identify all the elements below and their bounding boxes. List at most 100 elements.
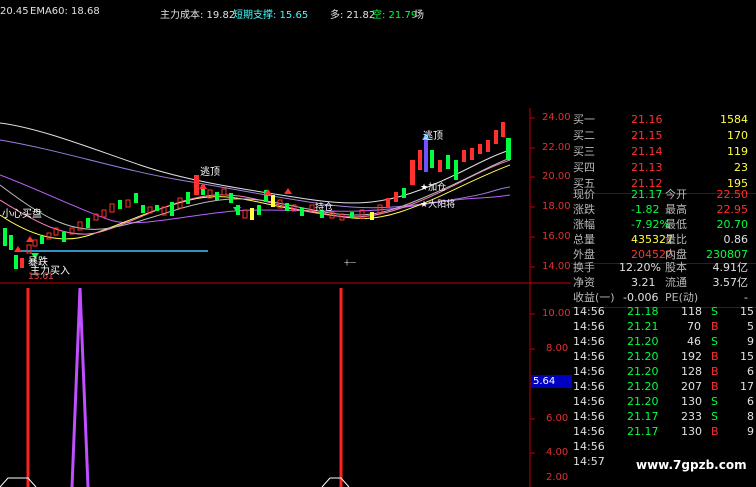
tick-side: B bbox=[711, 350, 719, 363]
tick-price: 21.20 bbox=[627, 380, 659, 393]
quote-value: 22.50 bbox=[716, 188, 749, 201]
quote-row: 总量 435327 量比 0.86 bbox=[571, 232, 756, 248]
tick-row: 14:56 21.20 207 B 17 bbox=[571, 379, 756, 395]
annotation-right-n1: ★加仓 bbox=[420, 183, 447, 193]
price-axis-label: 16.00 bbox=[542, 231, 571, 242]
tick-time: 14:56 bbox=[573, 365, 605, 378]
tick-vol: 118 bbox=[681, 305, 702, 318]
tick-count: 8 bbox=[747, 410, 754, 423]
tick-side: S bbox=[711, 395, 718, 408]
quote-label: 量比 bbox=[665, 233, 687, 246]
quote-label: 今开 bbox=[665, 188, 687, 201]
tick-row: 14:56 21.20 192 B 15 bbox=[571, 349, 756, 365]
tick-vol: 130 bbox=[681, 425, 702, 438]
tick-count: 17 bbox=[740, 380, 754, 393]
tick-time: 14:56 bbox=[573, 410, 605, 423]
tick-side: B bbox=[711, 365, 719, 378]
header-tail: 场 bbox=[414, 10, 424, 21]
tick-vol: 46 bbox=[687, 335, 701, 348]
quote-label: 总量 bbox=[573, 233, 595, 246]
ind-axis-label: 8.00 bbox=[546, 343, 569, 354]
bid-label: 买三 bbox=[573, 145, 595, 158]
quote-label: 涨跌 bbox=[573, 203, 595, 216]
tick-row: 14:56 21.20 46 S 9 bbox=[571, 334, 756, 350]
header-support: 短期支撑: 15.65 bbox=[233, 10, 309, 21]
quote-value: 22.95 bbox=[716, 203, 749, 216]
tick-vol: 192 bbox=[681, 350, 702, 363]
quote-value: -1.82 bbox=[631, 203, 660, 216]
bid-label: 买四 bbox=[573, 161, 595, 174]
tick-vol: 70 bbox=[687, 320, 701, 333]
tick-price: 21.20 bbox=[627, 395, 659, 408]
bid-vol: 119 bbox=[727, 145, 748, 158]
tick-count: 6 bbox=[747, 395, 754, 408]
bid-row[interactable]: 买一 21.16 1584 bbox=[571, 112, 756, 128]
stat-value: 4.91亿 bbox=[712, 261, 749, 274]
stat-label: 股本 bbox=[665, 261, 687, 274]
annotation-right-n2: ★大阳将 bbox=[420, 200, 456, 210]
tick-count: 15 bbox=[740, 350, 754, 363]
tick-row: 14:56 bbox=[571, 439, 756, 455]
tick-vol: 233 bbox=[681, 410, 702, 423]
tick-vol: 128 bbox=[681, 365, 702, 378]
stat-label: 净资 bbox=[573, 276, 595, 289]
price-axis-label: 20.00 bbox=[542, 171, 571, 182]
quote-value: 20.70 bbox=[716, 218, 749, 231]
tick-row: 14:56 21.17 233 S 8 bbox=[571, 409, 756, 425]
quote-label: 最高 bbox=[665, 203, 687, 216]
price-axis-label: 18.00 bbox=[542, 201, 571, 212]
bid-vol: 170 bbox=[727, 129, 748, 142]
quote-row: 现价 21.17 今开 22.50 bbox=[571, 187, 756, 203]
stat-value: 3.21 bbox=[631, 276, 656, 289]
tick-count: 15 bbox=[740, 305, 754, 318]
bid-vol: 1584 bbox=[720, 113, 748, 126]
quote-label: 涨幅 bbox=[573, 218, 595, 231]
tick-side: B bbox=[711, 380, 719, 393]
bid-price: 21.13 bbox=[631, 161, 663, 174]
quote-row: 涨跌 -1.82 最高 22.95 bbox=[571, 202, 756, 218]
tick-side: B bbox=[711, 320, 719, 333]
price-axis-label: 22.00 bbox=[542, 142, 571, 153]
bid-row[interactable]: 买二 21.15 170 bbox=[571, 128, 756, 144]
bid-row[interactable]: 买三 21.14 119 bbox=[571, 144, 756, 160]
bid-row[interactable]: 买四 21.13 23 bbox=[571, 160, 756, 176]
tick-side: S bbox=[711, 335, 718, 348]
tick-time: 14:56 bbox=[573, 320, 605, 333]
ind-axis-label: 4.00 bbox=[546, 447, 569, 458]
bid-price: 21.15 bbox=[631, 129, 663, 142]
ind-axis-label: 2.00 bbox=[546, 472, 569, 483]
quote-row: 涨幅 -7.92% 最低 20.70 bbox=[571, 217, 756, 233]
bid-label: 买二 bbox=[573, 129, 595, 142]
stat-row: 净资 3.21 流通 3.57亿 bbox=[571, 275, 756, 291]
tick-row: 14:56 21.18 118 S 15 bbox=[571, 304, 756, 320]
ind-axis-label: 10.00 bbox=[542, 308, 571, 319]
watermark: www.7gpzb.com bbox=[636, 458, 747, 472]
tick-vol: 130 bbox=[681, 395, 702, 408]
annotation-left: 小心买盘 bbox=[2, 209, 42, 220]
tick-side: S bbox=[711, 410, 718, 423]
annotation-mid-note: 持仓 bbox=[315, 203, 334, 213]
kline-chart[interactable] bbox=[0, 0, 571, 487]
tick-price: 21.17 bbox=[627, 410, 659, 423]
header-cost: 主力成本: 19.82 bbox=[160, 10, 236, 21]
price-axis-label: 14.00 bbox=[542, 261, 571, 272]
tick-time: 14:56 bbox=[573, 440, 605, 453]
annotation-mid-top: 逃顶 bbox=[200, 167, 220, 178]
tick-price: 21.17 bbox=[627, 425, 659, 438]
tick-side: B bbox=[711, 425, 719, 438]
tick-price: 21.18 bbox=[627, 305, 659, 318]
ind-current-value: 5.64 bbox=[531, 375, 572, 388]
stat-row: 换手 12.20% 股本 4.91亿 bbox=[571, 260, 756, 276]
header-duo: 多: 21.82 bbox=[330, 10, 376, 21]
ind-axis-label: 6.00 bbox=[546, 413, 569, 424]
tick-time: 14:56 bbox=[573, 425, 605, 438]
bid-price: 21.16 bbox=[631, 113, 663, 126]
tick-count: 5 bbox=[747, 320, 754, 333]
tick-count: 9 bbox=[747, 425, 754, 438]
tick-row: 14:56 21.20 128 B 6 bbox=[571, 364, 756, 380]
tick-price: 21.21 bbox=[627, 320, 659, 333]
price-axis-label: 24.00 bbox=[542, 112, 571, 123]
bid-price: 21.14 bbox=[631, 145, 663, 158]
stat-value: 12.20% bbox=[619, 261, 661, 274]
annotation-low-price: 13.61 bbox=[28, 272, 54, 282]
